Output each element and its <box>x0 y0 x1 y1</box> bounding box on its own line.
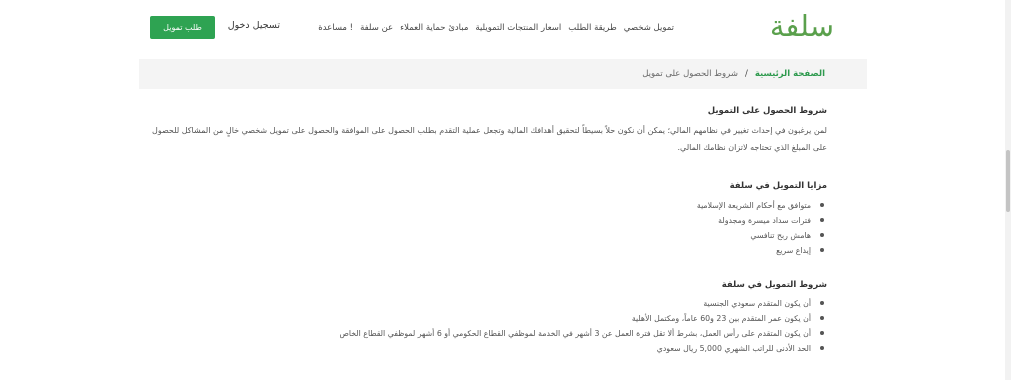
breadcrumb-home-link[interactable]: الصفحة الرئيسية <box>755 66 825 82</box>
conditions-title: شروط التمويل في سلفة <box>721 280 827 290</box>
nav-product-prices[interactable]: اسعار المنتجات التمويلية <box>475 20 561 36</box>
list-item: إيداع سريع <box>697 243 827 258</box>
intro-title: شروط الحصول على التمويل <box>707 106 827 116</box>
list-item: أن يكون المتقدم على رأس العمل، بشرط ألا … <box>339 326 827 341</box>
conditions-list: أن يكون المتقدم سعودي الجنسية أن يكون عم… <box>339 296 827 356</box>
list-item: هامش ربح تنافسي <box>697 228 827 243</box>
scrollbar-track[interactable] <box>1005 0 1011 380</box>
list-item: أن يكون المتقدم سعودي الجنسية <box>339 296 827 311</box>
scrollbar-thumb[interactable] <box>1006 150 1010 212</box>
advantages-list: متوافق مع أحكام الشريعة الإسلامية فترات … <box>697 198 827 258</box>
nav-personal-finance[interactable]: تمويل شخصي <box>624 20 674 36</box>
main-nav: تمويل شخصي طريقة الطلب اسعار المنتجات ال… <box>318 20 674 36</box>
breadcrumb-current: شروط الحصول على تمويل <box>642 69 738 79</box>
breadcrumb-separator: / <box>744 69 748 79</box>
list-item: فترات سداد ميسرة ومجدولة <box>697 213 827 228</box>
breadcrumb-bar: الصفحة الرئيسية / شروط الحصول على تمويل <box>139 59 867 89</box>
login-link[interactable]: تسجيل دخول <box>228 17 280 35</box>
nav-help[interactable]: مساعدة ! <box>318 20 353 36</box>
logo[interactable]: سلفة <box>754 6 834 46</box>
nav-how-to-apply[interactable]: طريقة الطلب <box>568 20 616 36</box>
list-item: الحد الأدنى للراتب الشهري 5,000 ريال سعو… <box>339 341 827 356</box>
advantages-title: مزايا التمويل في سلفة <box>729 181 827 191</box>
main-content: شروط الحصول على التمويل لمن يرغبون في إح… <box>139 100 827 370</box>
list-item: متوافق مع أحكام الشريعة الإسلامية <box>697 198 827 213</box>
apply-finance-button[interactable]: طلب تمويل <box>150 16 215 39</box>
list-item: أن يكون عمر المتقدم بين 23 و60 عاماً، وم… <box>339 311 827 326</box>
breadcrumb: الصفحة الرئيسية / شروط الحصول على تمويل <box>642 66 825 82</box>
nav-about[interactable]: عن سلفة <box>360 20 393 36</box>
nav-customer-protection[interactable]: مبادئ حماية العملاء <box>400 20 468 36</box>
intro-text: لمن يرغبون في إحداث تغيير في نظامهم الما… <box>152 126 827 152</box>
